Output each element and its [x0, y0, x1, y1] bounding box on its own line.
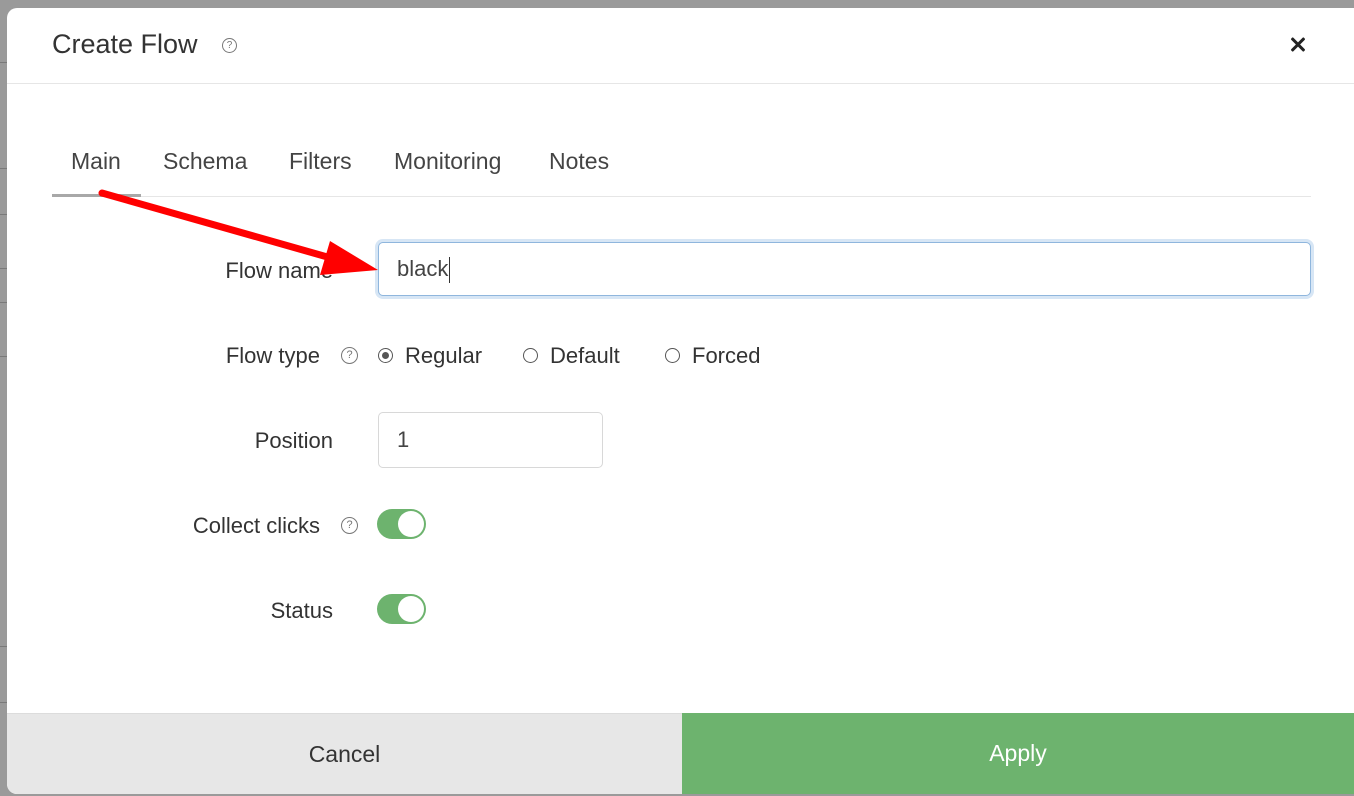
radio-checked-icon [378, 348, 393, 363]
tab-main[interactable]: Main [52, 148, 141, 197]
status-toggle[interactable] [377, 594, 426, 624]
question-circle-icon[interactable]: ? [341, 347, 358, 364]
dialog-footer: Cancel Apply [7, 713, 1354, 794]
radio-unchecked-icon [523, 348, 538, 363]
dialog-header: Create Flow ? [7, 8, 1354, 84]
toggle-knob [398, 596, 424, 622]
flow-type-label: Flow type [225, 343, 320, 368]
flow-name-input[interactable]: black [378, 242, 1311, 296]
status-label: Status [270, 598, 333, 623]
toggle-knob [398, 511, 424, 537]
tab-bar: Main Schema Filters Monitoring Notes [52, 136, 1311, 197]
create-flow-dialog: Create Flow ? Main Schema Filters Monito… [7, 8, 1354, 794]
position-label: Position [254, 428, 333, 453]
tab-schema[interactable]: Schema [163, 148, 247, 196]
tab-monitoring[interactable]: Monitoring [394, 148, 501, 196]
collect-clicks-label: Collect clicks [192, 513, 320, 538]
tab-filters[interactable]: Filters [289, 148, 352, 196]
radio-label: Default [550, 343, 620, 368]
apply-button[interactable]: Apply [682, 713, 1354, 794]
question-circle-icon[interactable]: ? [222, 38, 237, 53]
text-caret [449, 257, 451, 284]
tab-notes[interactable]: Notes [549, 148, 609, 196]
flow-name-label: Flow name [225, 258, 333, 283]
position-value: 1 [397, 427, 410, 452]
radio-unchecked-icon [665, 348, 680, 363]
radio-label: Regular [405, 343, 483, 368]
question-circle-icon[interactable]: ? [341, 517, 358, 534]
flow-name-value: black [397, 256, 449, 281]
dialog-title: Create Flow [52, 29, 198, 59]
close-button[interactable] [1286, 32, 1310, 56]
collect-clicks-toggle[interactable] [377, 509, 426, 539]
position-input[interactable]: 1 [378, 412, 603, 468]
cancel-button[interactable]: Cancel [7, 713, 682, 794]
radio-label: Forced [692, 343, 761, 368]
